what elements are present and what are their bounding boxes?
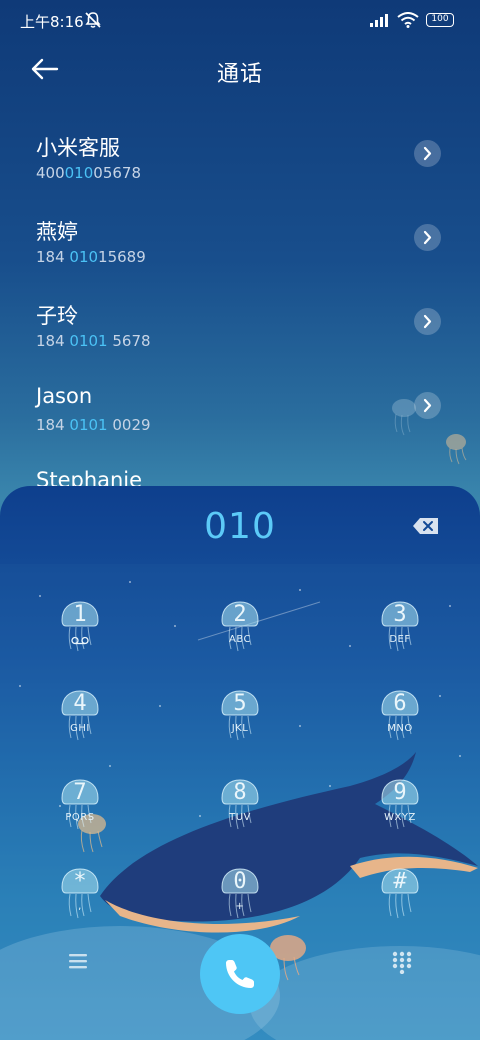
mute-icon <box>85 12 101 28</box>
key-digit: # <box>393 869 407 894</box>
key-letters: ABC <box>228 634 251 645</box>
contact-number: 40001005678 <box>36 164 141 182</box>
call-button[interactable] <box>200 934 280 1014</box>
contact-number: 184 0101 5678 <box>36 332 151 350</box>
key-letters: GHI <box>70 723 90 734</box>
battery-indicator: 100 <box>426 13 454 27</box>
contact-item[interactable]: 燕婷 184 01015689 <box>0 216 480 300</box>
contact-item[interactable]: Jason 184 0101 0029 <box>0 384 480 468</box>
key-letters: PQRS <box>65 812 95 823</box>
dial-key-5[interactable]: 5 JKL <box>200 689 280 759</box>
key-letters: + <box>235 901 245 912</box>
status-bar: 上午8:16 100 <box>0 0 480 40</box>
dial-key-4[interactable]: 4 GHI <box>40 689 120 759</box>
dial-input-display: 010 <box>204 506 276 547</box>
key-digit: 3 <box>393 602 407 627</box>
contact-number: 184 01015689 <box>36 248 146 266</box>
dial-key-3[interactable]: 3 DEF <box>360 600 440 670</box>
key-digit: 9 <box>393 780 407 805</box>
signal-icon <box>370 14 388 27</box>
contact-name: 燕婷 <box>36 220 78 244</box>
page-title: 通话 <box>216 62 263 87</box>
key-letters: JKL <box>231 723 249 734</box>
key-digit: 1 <box>73 602 87 627</box>
dial-key-1[interactable]: 1 <box>40 600 120 670</box>
chevron-right-icon[interactable] <box>414 140 441 167</box>
menu-icon[interactable] <box>66 950 90 972</box>
key-letters: WXYZ <box>384 812 416 823</box>
backspace-icon[interactable] <box>412 516 440 536</box>
keypad-grid-icon[interactable] <box>390 950 414 974</box>
contact-item[interactable]: 子玲 184 0101 5678 <box>0 300 480 384</box>
key-digit: 5 <box>233 691 247 716</box>
status-time: 上午8:16 <box>20 13 84 31</box>
chevron-right-icon[interactable] <box>414 392 441 419</box>
dial-key-hash[interactable]: # <box>360 867 440 937</box>
key-digit: * <box>73 869 87 894</box>
contact-name: 子玲 <box>36 304 78 328</box>
contact-name: 小米客服 <box>36 136 120 160</box>
key-digit: 6 <box>393 691 407 716</box>
voicemail-icon <box>71 636 89 645</box>
chevron-right-icon[interactable] <box>414 224 441 251</box>
wifi-icon <box>397 12 419 28</box>
key-letters: DEF <box>389 634 411 645</box>
key-letters: , <box>78 901 82 912</box>
key-letters: MNO <box>387 723 413 734</box>
dial-key-8[interactable]: 8 TUV <box>200 778 280 848</box>
chevron-right-icon[interactable] <box>414 308 441 335</box>
dial-key-7[interactable]: 7 PQRS <box>40 778 120 848</box>
contact-item[interactable]: 小米客服 40001005678 <box>0 132 480 216</box>
contact-name: Jason <box>36 384 93 408</box>
phone-icon <box>226 960 254 988</box>
dial-key-star[interactable]: * , <box>40 867 120 937</box>
dial-key-2[interactable]: 2 ABC <box>200 600 280 670</box>
key-letters: TUV <box>229 812 251 823</box>
key-digit: 2 <box>233 602 247 627</box>
contact-number: 184 0101 0029 <box>36 416 151 434</box>
key-digit: 4 <box>73 691 87 716</box>
dial-key-9[interactable]: 9 WXYZ <box>360 778 440 848</box>
key-digit: 8 <box>233 780 247 805</box>
key-digit: 0 <box>233 869 247 894</box>
dialer-sheet: 010 1 2 ABC 3 DEF 4 GHI 5 JKL 6 MNO 7 PQ… <box>0 486 480 1040</box>
key-digit: 7 <box>73 780 87 805</box>
dial-key-0[interactable]: 0 + <box>200 867 280 937</box>
dial-key-6[interactable]: 6 MNO <box>360 689 440 759</box>
